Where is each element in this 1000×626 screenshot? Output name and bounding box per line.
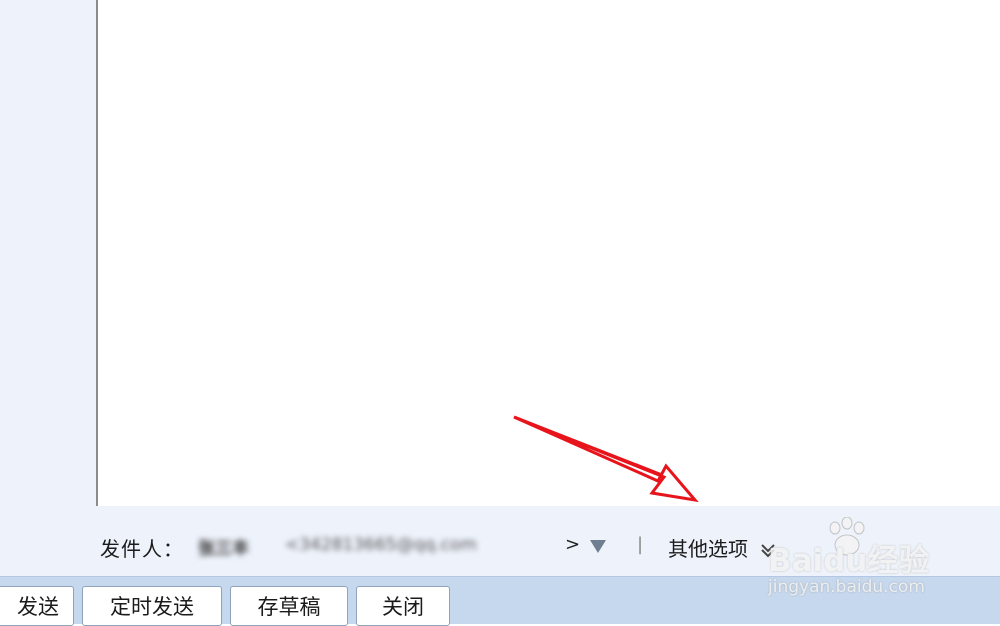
- close-button[interactable]: 关闭: [356, 586, 450, 626]
- sender-dropdown-button[interactable]: [586, 534, 610, 558]
- left-gutter: [0, 0, 96, 506]
- divider: |: [637, 534, 644, 555]
- sender-email: <342813665@qq.com: [285, 535, 477, 555]
- other-options-label: 其他选项: [668, 537, 748, 561]
- sender-label: 发件人：: [100, 537, 184, 561]
- sender-email-bracket: >: [565, 534, 581, 555]
- save-draft-button[interactable]: 存草稿: [230, 586, 348, 626]
- triangle-down-icon: [590, 540, 606, 553]
- other-options-toggle[interactable]: 其他选项: [668, 533, 778, 562]
- watermark-url: jingyan.baidu.com: [768, 577, 925, 597]
- baidu-watermark: Baidu经验 jingyan.baidu.com: [768, 515, 958, 605]
- sender-name: 张三丰: [198, 539, 249, 559]
- schedule-send-button[interactable]: 定时发送: [82, 586, 222, 626]
- watermark-brand: Baidu经验: [768, 543, 930, 579]
- red-arrow-icon: [513, 415, 699, 503]
- send-button[interactable]: 发送: [0, 586, 74, 626]
